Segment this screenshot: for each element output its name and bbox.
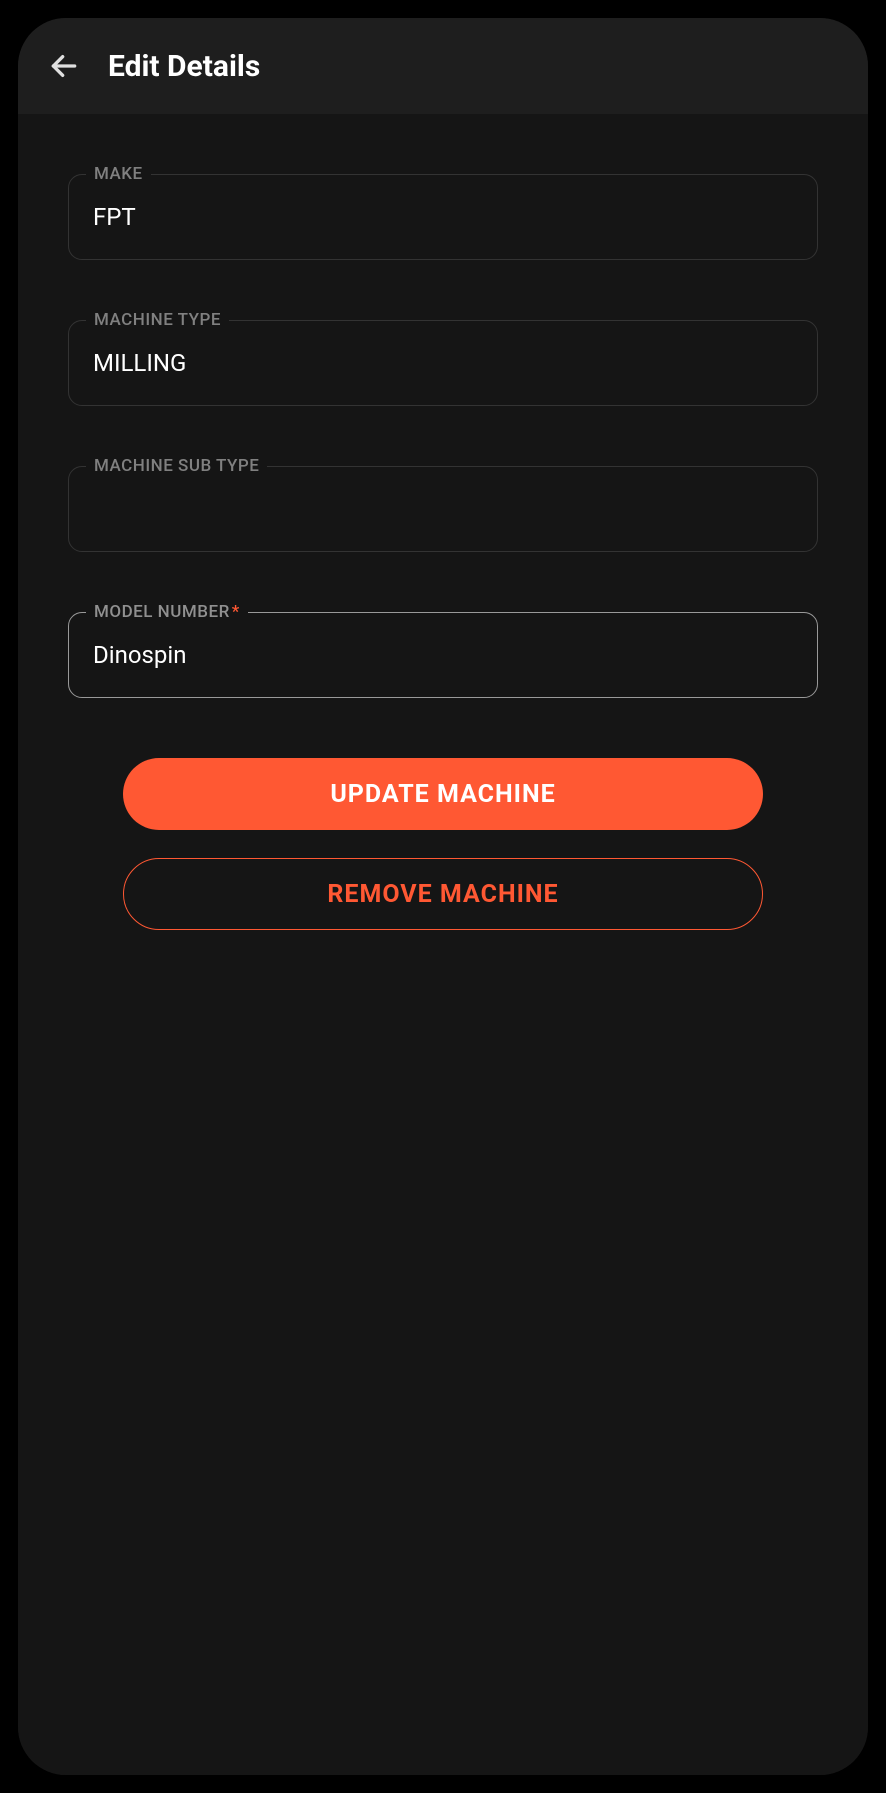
make-label: MAKE (86, 164, 151, 184)
machine-sub-type-input[interactable] (68, 466, 818, 552)
update-machine-button[interactable]: UPDATE MACHINE (123, 758, 763, 830)
remove-machine-button[interactable]: REMOVE MACHINE (123, 858, 763, 930)
machine-type-field-group: MACHINE TYPE (68, 320, 818, 406)
machine-sub-type-label: MACHINE SUB TYPE (86, 456, 267, 476)
make-input[interactable] (68, 174, 818, 260)
model-number-field-group: MODEL NUMBER* (68, 612, 818, 698)
phone-screen: Edit Details MAKE MACHINE TYPE MACHINE S… (18, 18, 868, 1775)
required-asterisk: * (232, 602, 240, 622)
form-content: MAKE MACHINE TYPE MACHINE SUB TYPE MODEL… (18, 114, 868, 1775)
model-number-input[interactable] (68, 612, 818, 698)
model-number-label-text: MODEL NUMBER (94, 602, 230, 622)
machine-type-label: MACHINE TYPE (86, 310, 229, 330)
model-number-label: MODEL NUMBER* (86, 602, 248, 622)
machine-sub-type-field-group: MACHINE SUB TYPE (68, 466, 818, 552)
page-title: Edit Details (108, 49, 260, 84)
button-container: UPDATE MACHINE REMOVE MACHINE (68, 758, 818, 958)
app-header: Edit Details (18, 18, 868, 114)
make-field-group: MAKE (68, 174, 818, 260)
arrow-left-icon (48, 50, 80, 82)
back-button[interactable] (48, 50, 80, 82)
machine-type-input[interactable] (68, 320, 818, 406)
phone-frame: Edit Details MAKE MACHINE TYPE MACHINE S… (0, 0, 886, 1793)
